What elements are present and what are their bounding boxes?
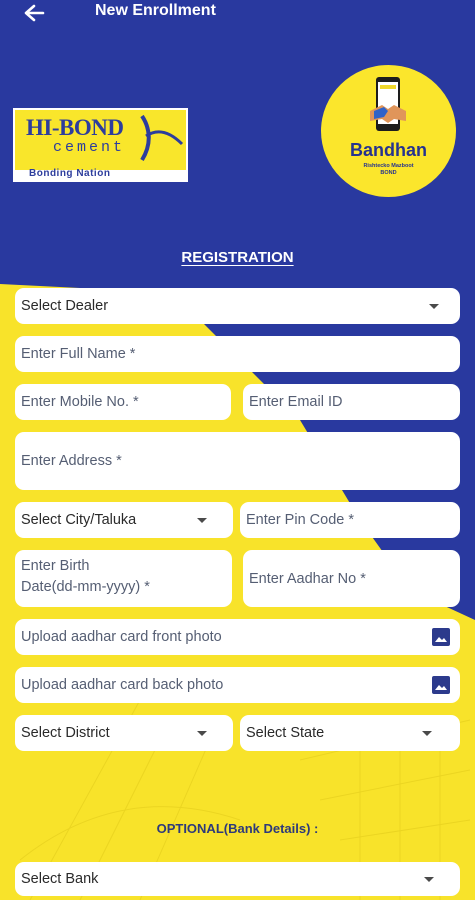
bandhan-badge: Bandhan Rishtecko Mazboot BOND <box>321 65 456 197</box>
select-dealer-label: Select Dealer <box>21 298 109 314</box>
mobile-input[interactable]: Enter Mobile No. * <box>15 384 231 420</box>
brand-logo: HI-BOND cement Bonding Nation <box>13 108 188 182</box>
page-title: New Enrollment <box>95 2 216 19</box>
chevron-down-icon <box>424 877 434 882</box>
birth-date-line1: Enter Birth <box>21 558 90 574</box>
select-dealer-dropdown[interactable]: Select Dealer <box>15 288 460 324</box>
aadhar-number-placeholder: Enter Aadhar No * <box>249 570 366 587</box>
brand-logo-sub: cement <box>53 139 126 156</box>
birth-date-input[interactable]: Enter Birth Date(dd-mm-yyyy) * <box>15 550 232 607</box>
enrollment-screen: New Enrollment HI-BOND cement Bonding Na… <box>0 0 475 900</box>
brand-tagline: Bonding Nation <box>29 168 111 179</box>
state-label: Select State <box>246 725 325 741</box>
chevron-down-icon <box>422 731 432 736</box>
birth-date-placeholder: Enter Birth Date(dd-mm-yyyy) * <box>21 556 150 598</box>
badge-tagline-bond: BOND <box>380 170 397 176</box>
optional-bank-heading: OPTIONAL(Bank Details) : <box>156 821 319 836</box>
full-name-placeholder: Enter Full Name * <box>21 346 136 362</box>
address-input[interactable]: Enter Address * <box>15 432 460 490</box>
phone-handshake-icon <box>370 77 406 131</box>
chevron-down-icon <box>429 304 439 309</box>
aadhar-number-input[interactable]: Enter Aadhar No * <box>243 550 460 607</box>
upload-aadhar-back-label: Upload aadhar card back photo <box>21 677 224 693</box>
upload-aadhar-back[interactable]: Upload aadhar card back photo <box>15 667 460 703</box>
image-icon[interactable] <box>432 676 450 694</box>
select-bank-dropdown[interactable]: Select Bank <box>15 862 460 896</box>
brand-logo-name: HI-BOND <box>26 115 124 140</box>
back-button[interactable] <box>18 0 50 26</box>
arrow-left-icon <box>24 4 45 22</box>
district-label: Select District <box>21 725 110 741</box>
image-icon[interactable] <box>432 628 450 646</box>
email-input[interactable]: Enter Email ID <box>243 384 460 420</box>
city-taluka-label: Select City/Taluka <box>21 512 137 528</box>
registration-heading: REGISTRATION <box>181 249 294 266</box>
badge-tagline: Rishtecko Mazboot <box>363 163 414 169</box>
birth-date-line2: Date(dd-mm-yyyy) * <box>21 579 150 595</box>
badge-title: Bandhan <box>349 140 427 160</box>
upload-aadhar-front[interactable]: Upload aadhar card front photo <box>15 619 460 655</box>
district-dropdown[interactable]: Select District <box>15 715 233 751</box>
chevron-down-icon <box>197 731 207 736</box>
select-bank-label: Select Bank <box>21 871 99 887</box>
chevron-down-icon <box>197 518 207 523</box>
brand-swoosh-icon <box>140 114 184 162</box>
upload-aadhar-front-label: Upload aadhar card front photo <box>21 629 222 645</box>
pin-code-placeholder: Enter Pin Code * <box>246 512 355 528</box>
city-taluka-dropdown[interactable]: Select City/Taluka <box>15 502 233 538</box>
pin-code-input[interactable]: Enter Pin Code * <box>240 502 460 538</box>
email-placeholder: Enter Email ID <box>249 394 343 410</box>
state-dropdown[interactable]: Select State <box>240 715 460 751</box>
address-placeholder: Enter Address * <box>21 453 122 469</box>
full-name-input[interactable]: Enter Full Name * <box>15 336 460 372</box>
mobile-placeholder: Enter Mobile No. * <box>21 394 139 410</box>
